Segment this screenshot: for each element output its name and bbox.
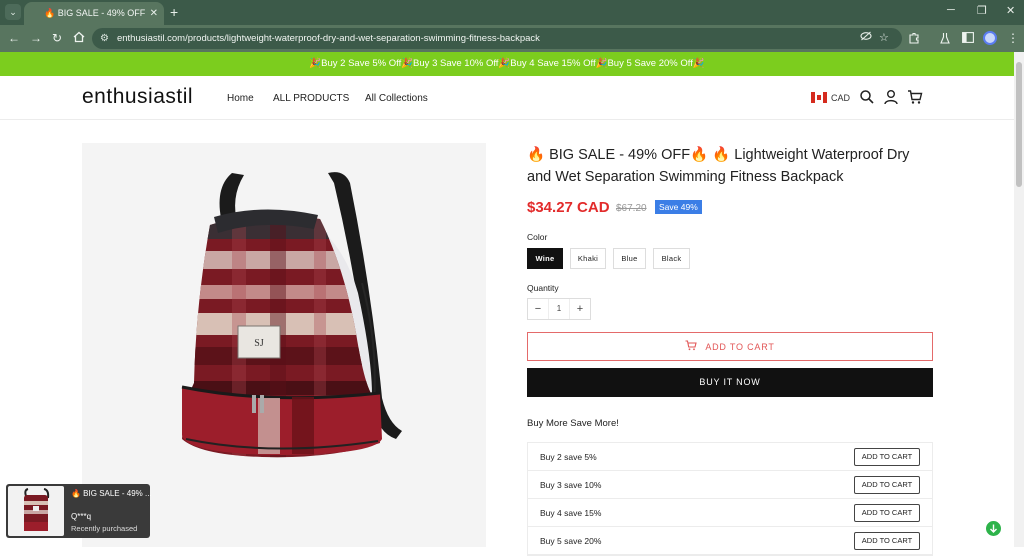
color-label: Color <box>527 232 548 242</box>
scrollbar-thumb[interactable] <box>1016 62 1022 187</box>
canada-flag-icon <box>811 92 827 103</box>
quantity-stepper: − 1 + <box>527 298 591 320</box>
product-title: 🔥 BIG SALE - 49% OFF🔥 🔥 Lightweight Wate… <box>527 147 910 185</box>
svg-text:SJ: SJ <box>254 338 264 349</box>
currency-code: CAD <box>831 92 851 103</box>
new-tab-button[interactable]: + <box>170 3 178 21</box>
popup-customer-name: Q***q <box>71 512 92 521</box>
add-to-cart-button[interactable]: ADD TO CART <box>527 332 933 361</box>
floating-chat-icon[interactable] <box>986 521 1001 536</box>
compare-price: $67.20 <box>616 203 647 214</box>
popup-subtitle: Recently purchased <box>71 524 138 533</box>
forward-icon[interactable]: → <box>30 31 42 45</box>
sidebar-icon[interactable] <box>962 32 974 45</box>
color-option-blue[interactable]: Blue <box>613 248 646 269</box>
add-to-cart-label: ADD TO CART <box>705 341 775 352</box>
nav-all-collections[interactable]: All Collections <box>365 93 428 104</box>
cart-icon[interactable] <box>907 89 923 105</box>
account-icon[interactable] <box>883 89 899 105</box>
tab-list-button[interactable]: ⌄ <box>5 4 21 20</box>
site-info-icon[interactable]: ⚙ <box>100 33 109 44</box>
nav-home[interactable]: Home <box>227 93 254 104</box>
buy-more-add-to-cart-button[interactable]: ADD TO CART <box>854 476 920 494</box>
buy-more-add-to-cart-button[interactable]: ADD TO CART <box>854 504 920 522</box>
eye-off-icon[interactable] <box>860 28 872 49</box>
quantity-label: Quantity <box>527 283 559 293</box>
buy-more-row: Buy 4 save 15% ADD TO CART <box>528 499 932 527</box>
address-bar[interactable]: ⚙ enthusiastil.com/products/lightweight-… <box>92 28 902 49</box>
cart-icon <box>685 340 698 353</box>
buy-more-label: Buy 3 save 10% <box>540 480 602 490</box>
tab-close-icon[interactable]: ✕ <box>150 8 158 19</box>
buy-more-add-to-cart-button[interactable]: ADD TO CART <box>854 448 920 466</box>
quantity-decrease-button[interactable]: − <box>528 299 548 319</box>
home-icon[interactable] <box>73 31 85 46</box>
buy-more-label: Buy 4 save 15% <box>540 508 602 518</box>
quantity-input[interactable]: 1 <box>548 299 570 319</box>
buy-it-now-button[interactable]: BUY IT NOW <box>527 368 933 397</box>
recent-purchase-popup[interactable]: 🔥 BIG SALE - 49% ... Q***q Recently purc… <box>6 484 152 538</box>
close-icon[interactable]: ✕ <box>1006 4 1015 17</box>
minimize-icon[interactable]: ─ <box>947 4 955 16</box>
popup-title: 🔥 BIG SALE - 49% ... <box>71 489 152 498</box>
store-logo[interactable]: enthusiastil <box>82 85 193 109</box>
buy-more-row: Buy 2 save 5% ADD TO CART <box>528 443 932 471</box>
restore-icon[interactable]: ❐ <box>977 4 987 17</box>
nav-all-products[interactable]: ALL PRODUCTS <box>273 93 349 104</box>
buy-more-add-to-cart-button[interactable]: ADD TO CART <box>854 532 920 550</box>
buy-more-row: Buy 5 save 20% ADD TO CART <box>528 527 932 555</box>
buy-more-title: Buy More Save More! <box>527 418 619 429</box>
color-option-black[interactable]: Black <box>653 248 690 269</box>
quantity-increase-button[interactable]: + <box>570 299 590 319</box>
buy-more-label: Buy 2 save 5% <box>540 452 597 462</box>
save-badge: Save 49% <box>655 200 702 214</box>
currency-selector[interactable]: CAD <box>811 92 850 103</box>
star-icon[interactable]: ☆ <box>879 28 889 49</box>
browser-tab[interactable]: 🔥 BIG SALE - 49% OFF🔥🔥 Li ✕ <box>24 2 164 25</box>
promo-banner[interactable]: 🎉Buy 2 Save 5% Off🎉Buy 3 Save 10% Off🎉Bu… <box>0 52 1014 76</box>
profile-icon[interactable] <box>983 31 997 45</box>
buy-more-table: Buy 2 save 5% ADD TO CART Buy 3 save 10%… <box>527 442 933 556</box>
buy-more-row: Buy 3 save 10% ADD TO CART <box>528 471 932 499</box>
browser-toolbar: ← → ↻ ⚙ enthusiastil.com/products/lightw… <box>0 25 1024 52</box>
color-option-wine[interactable]: Wine <box>527 248 563 269</box>
color-option-khaki[interactable]: Khaki <box>570 248 606 269</box>
sale-price: $34.27 CAD <box>527 199 610 216</box>
menu-icon[interactable]: ⋮ <box>1007 32 1019 44</box>
store-header: enthusiastil Home ALL PRODUCTS All Colle… <box>0 76 1014 120</box>
browser-tab-strip: ⌄ 🔥 BIG SALE - 49% OFF🔥🔥 Li ✕ + ─ ❐ ✕ <box>0 0 1024 25</box>
labs-icon[interactable] <box>940 32 950 46</box>
popup-product-thumbnail <box>8 486 64 536</box>
search-icon[interactable] <box>859 89 875 105</box>
back-icon[interactable]: ← <box>8 31 20 45</box>
extensions-icon[interactable] <box>908 32 920 46</box>
reload-icon[interactable]: ↻ <box>52 31 62 45</box>
buy-more-label: Buy 5 save 20% <box>540 536 602 546</box>
tab-title: 🔥 BIG SALE - 49% OFF🔥🔥 Li <box>44 8 146 18</box>
url-text: enthusiastil.com/products/lightweight-wa… <box>116 33 540 44</box>
